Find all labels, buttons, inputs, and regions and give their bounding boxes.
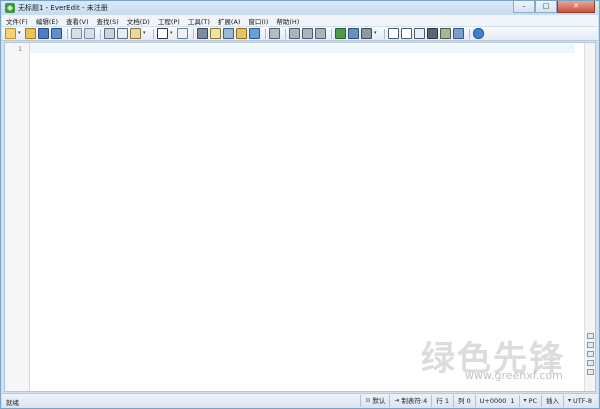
menu-edit[interactable]: 编辑(E) (32, 16, 62, 26)
status-tab-label: 制表符:4 (401, 397, 428, 405)
line-number: 1 (18, 45, 23, 53)
open-file-icon[interactable] (25, 28, 36, 39)
help-icon[interactable] (473, 28, 484, 39)
menu-view[interactable]: 查看(V) (62, 16, 93, 26)
paste-icon[interactable] (130, 28, 141, 39)
toolbar-separator (469, 28, 470, 39)
settings-icon[interactable] (348, 28, 359, 39)
tools-icon[interactable] (361, 28, 372, 39)
menu-extensions[interactable]: 扩展(A) (214, 16, 245, 26)
find-icon[interactable] (197, 28, 208, 39)
status-tab[interactable]: ⇥ 制表符:4 (389, 395, 431, 407)
title-bar[interactable]: 无标题1 - EverEdit - 未注册 – □ ✕ (1, 1, 599, 15)
toolbar: ▾ ▾ ▾ ▾ (2, 27, 598, 41)
panel-icon[interactable] (401, 28, 412, 39)
toolbar-separator (100, 28, 101, 39)
vertical-scrollbar[interactable] (584, 43, 595, 391)
print-preview-icon[interactable] (289, 28, 300, 39)
side-tool-icon[interactable] (586, 333, 594, 339)
line-number-gutter: 1 (5, 43, 30, 391)
side-tool-icon[interactable] (586, 360, 594, 366)
current-line-highlight (30, 44, 575, 53)
mode-icon: ⊙ (365, 397, 371, 404)
status-eol-label: PC (528, 397, 538, 405)
share-icon[interactable] (249, 28, 260, 39)
status-num: 1 (510, 397, 515, 405)
snippets-icon[interactable] (440, 28, 451, 39)
replace-icon[interactable] (223, 28, 234, 39)
undo-icon[interactable] (71, 28, 82, 39)
menu-bar: 文件(F) 编辑(E) 查看(V) 查找(S) 文档(D) 工程(P) 工具(T… (2, 15, 598, 26)
chevron-down-icon: ▾ (568, 397, 572, 404)
print-icon[interactable] (269, 28, 280, 39)
status-mode-label: 默认 (372, 397, 386, 405)
toolbar-separator (153, 28, 154, 39)
status-ready: 就绪 (6, 399, 19, 407)
globe-icon[interactable] (453, 28, 464, 39)
chevron-down-icon[interactable]: ▾ (170, 29, 174, 38)
menu-document[interactable]: 文档(D) (123, 16, 154, 26)
new-file-icon[interactable] (5, 28, 16, 39)
status-encoding-label: UTF-8 (573, 397, 592, 405)
app-window: 无标题1 - EverEdit - 未注册 – □ ✕ 文件(F) 编辑(E) … (0, 0, 600, 409)
chevron-down-icon[interactable]: ▾ (143, 29, 147, 38)
outline-icon[interactable] (177, 28, 188, 39)
copy-icon[interactable] (117, 28, 128, 39)
toolbar-separator (67, 28, 68, 39)
save-all-icon[interactable] (51, 28, 62, 39)
clipboard-icon[interactable] (427, 28, 438, 39)
status-eol[interactable]: ▾ PC (518, 395, 541, 407)
menu-tools[interactable]: 工具(T) (184, 16, 214, 26)
save-icon[interactable] (38, 28, 49, 39)
browser-icon[interactable] (414, 28, 425, 39)
chevron-down-icon[interactable]: ▾ (18, 29, 22, 38)
menu-project[interactable]: 工程(P) (154, 16, 184, 26)
maximize-button[interactable]: □ (535, 1, 557, 13)
status-insert[interactable]: 插入 (541, 395, 563, 407)
find-in-files-icon[interactable] (236, 28, 247, 39)
status-bar: 就绪 ⊙ 默认 ⇥ 制表符:4 行 1 列 0 U+0000 1 ▾ PC 插入… (2, 393, 598, 408)
close-button[interactable]: ✕ (557, 1, 595, 13)
cut-icon[interactable] (104, 28, 115, 39)
menu-file[interactable]: 文件(F) (2, 16, 32, 26)
status-mode[interactable]: ⊙ 默认 (360, 395, 389, 407)
minimize-button[interactable]: – (513, 1, 535, 13)
toolbar-separator (384, 28, 385, 39)
menu-search[interactable]: 查找(S) (93, 16, 123, 26)
menu-window[interactable]: 窗口(I) (244, 16, 272, 26)
side-tools (585, 330, 595, 375)
tab-icon: ⇥ (394, 397, 400, 404)
chevron-down-icon[interactable]: ▾ (374, 29, 378, 38)
toolbar-separator (285, 28, 286, 39)
redo-icon[interactable] (84, 28, 95, 39)
status-encoding[interactable]: ▾ UTF-8 (563, 395, 596, 407)
side-tool-icon[interactable] (586, 351, 594, 357)
print-setup-icon[interactable] (302, 28, 313, 39)
spell-check-icon[interactable] (315, 28, 326, 39)
chevron-down-icon: ▾ (523, 397, 527, 404)
status-unicode: U+0000 1 (474, 395, 519, 407)
split-icon[interactable] (388, 28, 399, 39)
status-unicode-label: U+0000 (479, 397, 507, 405)
side-tool-icon[interactable] (586, 369, 594, 375)
app-logo-icon (5, 3, 15, 13)
window-title: 无标题1 - EverEdit - 未注册 (18, 4, 108, 12)
status-line: 行 1 (431, 395, 453, 407)
toolbar-separator (331, 28, 332, 39)
side-tool-icon[interactable] (586, 342, 594, 348)
menu-help[interactable]: 帮助(H) (272, 16, 303, 26)
status-col: 列 0 (452, 395, 475, 407)
view-mode-icon[interactable] (157, 28, 168, 39)
toolbar-separator (193, 28, 194, 39)
toolbar-separator (265, 28, 266, 39)
status-cells: ⊙ 默认 ⇥ 制表符:4 行 1 列 0 U+0000 1 ▾ PC 插入 ▾ … (360, 395, 596, 407)
dictionary-icon[interactable] (335, 28, 346, 39)
editor-area[interactable]: 1 (4, 42, 596, 392)
mark-icon[interactable] (210, 28, 221, 39)
window-controls: – □ ✕ (513, 1, 595, 13)
